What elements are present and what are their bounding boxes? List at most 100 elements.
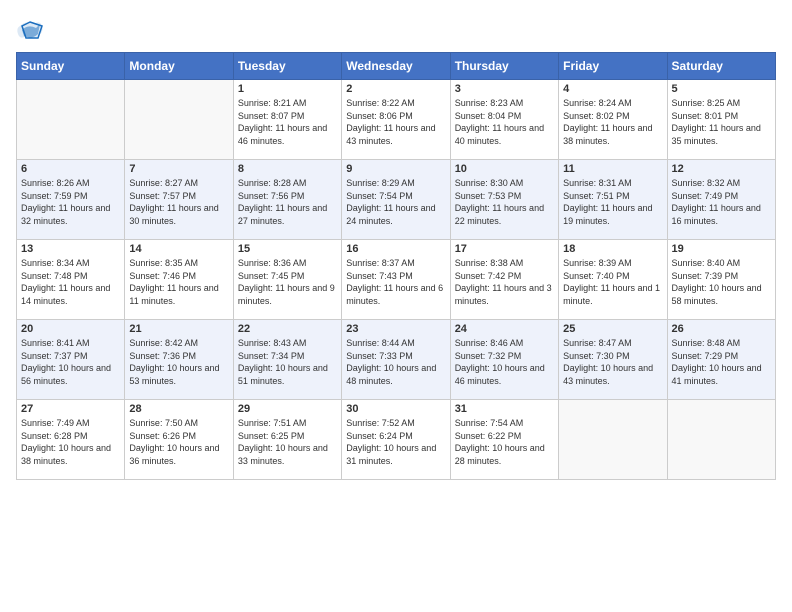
sunset-text: Sunset: 7:54 PM (346, 191, 413, 201)
calendar-cell: 17Sunrise: 8:38 AMSunset: 7:42 PMDayligh… (450, 240, 558, 320)
calendar-header-row: SundayMondayTuesdayWednesdayThursdayFrid… (17, 53, 776, 80)
sunrise-text: Sunrise: 8:34 AM (21, 258, 90, 268)
calendar-cell (559, 400, 667, 480)
sunrise-text: Sunrise: 8:30 AM (455, 178, 524, 188)
daylight-text: Daylight: 11 hours and 3 minutes. (455, 283, 552, 306)
sunset-text: Sunset: 6:26 PM (129, 431, 196, 441)
day-info: Sunrise: 7:49 AMSunset: 6:28 PMDaylight:… (21, 417, 120, 467)
daylight-text: Daylight: 10 hours and 53 minutes. (129, 363, 219, 386)
daylight-text: Daylight: 11 hours and 46 minutes. (238, 123, 327, 146)
day-number: 20 (21, 323, 120, 335)
sunset-text: Sunset: 7:33 PM (346, 351, 413, 361)
sunset-text: Sunset: 7:42 PM (455, 271, 522, 281)
calendar-cell: 10Sunrise: 8:30 AMSunset: 7:53 PMDayligh… (450, 160, 558, 240)
sunset-text: Sunset: 7:46 PM (129, 271, 196, 281)
daylight-text: Daylight: 11 hours and 9 minutes. (238, 283, 335, 306)
daylight-text: Daylight: 11 hours and 32 minutes. (21, 203, 110, 226)
calendar-week-row: 20Sunrise: 8:41 AMSunset: 7:37 PMDayligh… (17, 320, 776, 400)
day-info: Sunrise: 8:34 AMSunset: 7:48 PMDaylight:… (21, 257, 120, 307)
sunrise-text: Sunrise: 8:25 AM (672, 98, 741, 108)
calendar-cell: 24 Sunrise: 8:46 AM Sunset: 7:32 PM Dayligh… (450, 320, 558, 400)
day-info: Sunrise: 8:28 AMSunset: 7:56 PMDaylight:… (238, 177, 337, 227)
sunset-text: Sunset: 7:57 PM (129, 191, 196, 201)
daylight-text: Daylight: 10 hours and 28 minutes. (455, 443, 545, 466)
sunset-text: Sunset: 8:06 PM (346, 111, 413, 121)
day-number: 31 (455, 403, 554, 415)
sunrise-text: Sunrise: 8:26 AM (21, 178, 90, 188)
sunrise-text: Sunrise: 8:37 AM (346, 258, 415, 268)
calendar-cell (125, 80, 233, 160)
calendar-cell: 22Sunrise: 8:43 AMSunset: 7:34 PMDayligh… (233, 320, 341, 400)
calendar-cell: 28Sunrise: 7:50 AMSunset: 6:26 PMDayligh… (125, 400, 233, 480)
day-number: 12 (672, 163, 771, 175)
day-info: Sunrise: 7:52 AMSunset: 6:24 PMDaylight:… (346, 417, 445, 467)
day-number: 14 (129, 243, 228, 255)
daylight-text: Daylight: 11 hours and 43 minutes. (346, 123, 435, 146)
day-number: 25 (563, 323, 662, 335)
header-friday: Friday (559, 53, 667, 80)
daylight-text: Daylight: 11 hours and 27 minutes. (238, 203, 327, 226)
day-number: 15 (238, 243, 337, 255)
sunset-text: Sunset: 6:28 PM (21, 431, 88, 441)
calendar-cell: 14 Sunrise: 8:35 AM Sunset: 7:46 PM Dayligh… (125, 240, 233, 320)
sunrise-text: Sunrise: 8:40 AM (672, 258, 741, 268)
sunrise-text: Sunrise: 7:54 AM (455, 418, 524, 428)
sunrise-text: Sunrise: 8:41 AM (21, 338, 90, 348)
day-number: 19 (672, 243, 771, 255)
sunset-text: Sunset: 7:48 PM (21, 271, 88, 281)
sunset-text: Sunset: 7:29 PM (672, 351, 739, 361)
sunset-text: Sunset: 7:36 PM (129, 351, 196, 361)
sunrise-text: Sunrise: 8:46 AM (455, 338, 524, 348)
calendar-cell (17, 80, 125, 160)
day-info: Sunrise: 8:22 AMSunset: 8:06 PMDaylight:… (346, 97, 445, 147)
day-info: Sunrise: 8:25 AMSunset: 8:01 PMDaylight:… (672, 97, 771, 147)
day-number: 2 (346, 83, 445, 95)
calendar-cell: 25Sunrise: 8:47 AMSunset: 7:30 PMDayligh… (559, 320, 667, 400)
day-number: 8 (238, 163, 337, 175)
calendar-cell: 1Sunrise: 8:21 AMSunset: 8:07 PMDaylight… (233, 80, 341, 160)
calendar-cell: 5Sunrise: 8:25 AMSunset: 8:01 PMDaylight… (667, 80, 775, 160)
daylight-text: Daylight: 10 hours and 56 minutes. (21, 363, 111, 386)
sunset-text: Sunset: 7:45 PM (238, 271, 305, 281)
sunset-text: Sunset: 7:53 PM (455, 191, 522, 201)
daylight-text: Daylight: 11 hours and 11 minutes. (129, 283, 218, 306)
day-info: Sunrise: 8:43 AMSunset: 7:34 PMDaylight:… (238, 337, 337, 387)
header-tuesday: Tuesday (233, 53, 341, 80)
calendar-week-row: 1Sunrise: 8:21 AMSunset: 8:07 PMDaylight… (17, 80, 776, 160)
day-info: Sunrise: 8:32 AMSunset: 7:49 PMDaylight:… (672, 177, 771, 227)
sunrise-text: Sunrise: 8:24 AM (563, 98, 632, 108)
day-info: Sunrise: 7:51 AMSunset: 6:25 PMDaylight:… (238, 417, 337, 467)
day-info: Sunrise: 7:50 AMSunset: 6:26 PMDaylight:… (129, 417, 228, 467)
calendar-cell: 8 Sunrise: 8:28 AMSunset: 7:56 PMDaylight… (233, 160, 341, 240)
calendar-cell: 30Sunrise: 7:52 AMSunset: 6:24 PMDayligh… (342, 400, 450, 480)
daylight-text: Daylight: 11 hours and 40 minutes. (455, 123, 544, 146)
day-info: Sunrise: 8:42 AMSunset: 7:36 PMDaylight:… (129, 337, 228, 387)
day-info: Sunrise: 8:39 AMSunset: 7:40 PMDaylight:… (563, 257, 662, 307)
header-thursday: Thursday (450, 53, 558, 80)
day-info: Sunrise: 8:46 AM Sunset: 7:32 PM Daylight:… (455, 337, 554, 387)
day-number: 6 (21, 163, 120, 175)
sunrise-text: Sunrise: 8:32 AM (672, 178, 741, 188)
day-number: 7 (129, 163, 228, 175)
day-info: Sunrise: 8:37 AMSunset: 7:43 PMDaylight:… (346, 257, 445, 307)
calendar-cell: 15Sunrise: 8:36 AMSunset: 7:45 PMDayligh… (233, 240, 341, 320)
daylight-text: Daylight: 10 hours and 43 minutes. (563, 363, 653, 386)
sunrise-text: Sunrise: 8:35 AM (129, 258, 198, 268)
logo (16, 16, 48, 44)
daylight-text: Daylight: 10 hours and 36 minutes. (129, 443, 219, 466)
day-info: Sunrise: 8:30 AMSunset: 7:53 PMDaylight:… (455, 177, 554, 227)
day-number: 24 (455, 323, 554, 335)
calendar-cell: 4Sunrise: 8:24 AMSunset: 8:02 PMDaylight… (559, 80, 667, 160)
calendar-cell: 12 Sunrise: 8:32 AMSunset: 7:49 PMDayligh… (667, 160, 775, 240)
sunset-text: Sunset: 7:32 PM (455, 351, 522, 361)
daylight-text: Daylight: 10 hours and 33 minutes. (238, 443, 328, 466)
day-info: Sunrise: 8:48 AMSunset: 7:29 PMDaylight:… (672, 337, 771, 387)
day-info: Sunrise: 8:38 AMSunset: 7:42 PMDaylight:… (455, 257, 554, 307)
sunrise-text: Sunrise: 8:31 AM (563, 178, 632, 188)
daylight-text: Daylight: 11 hours and 1 minute. (563, 283, 660, 306)
day-info: Sunrise: 8:40 AMSunset: 7:39 PMDaylight:… (672, 257, 771, 307)
day-info: Sunrise: 8:29 AMSunset: 7:54 PMDaylight:… (346, 177, 445, 227)
sunset-text: Sunset: 7:51 PM (563, 191, 630, 201)
day-number: 27 (21, 403, 120, 415)
daylight-text: Daylight: 10 hours and 46 minutes. (455, 363, 545, 386)
